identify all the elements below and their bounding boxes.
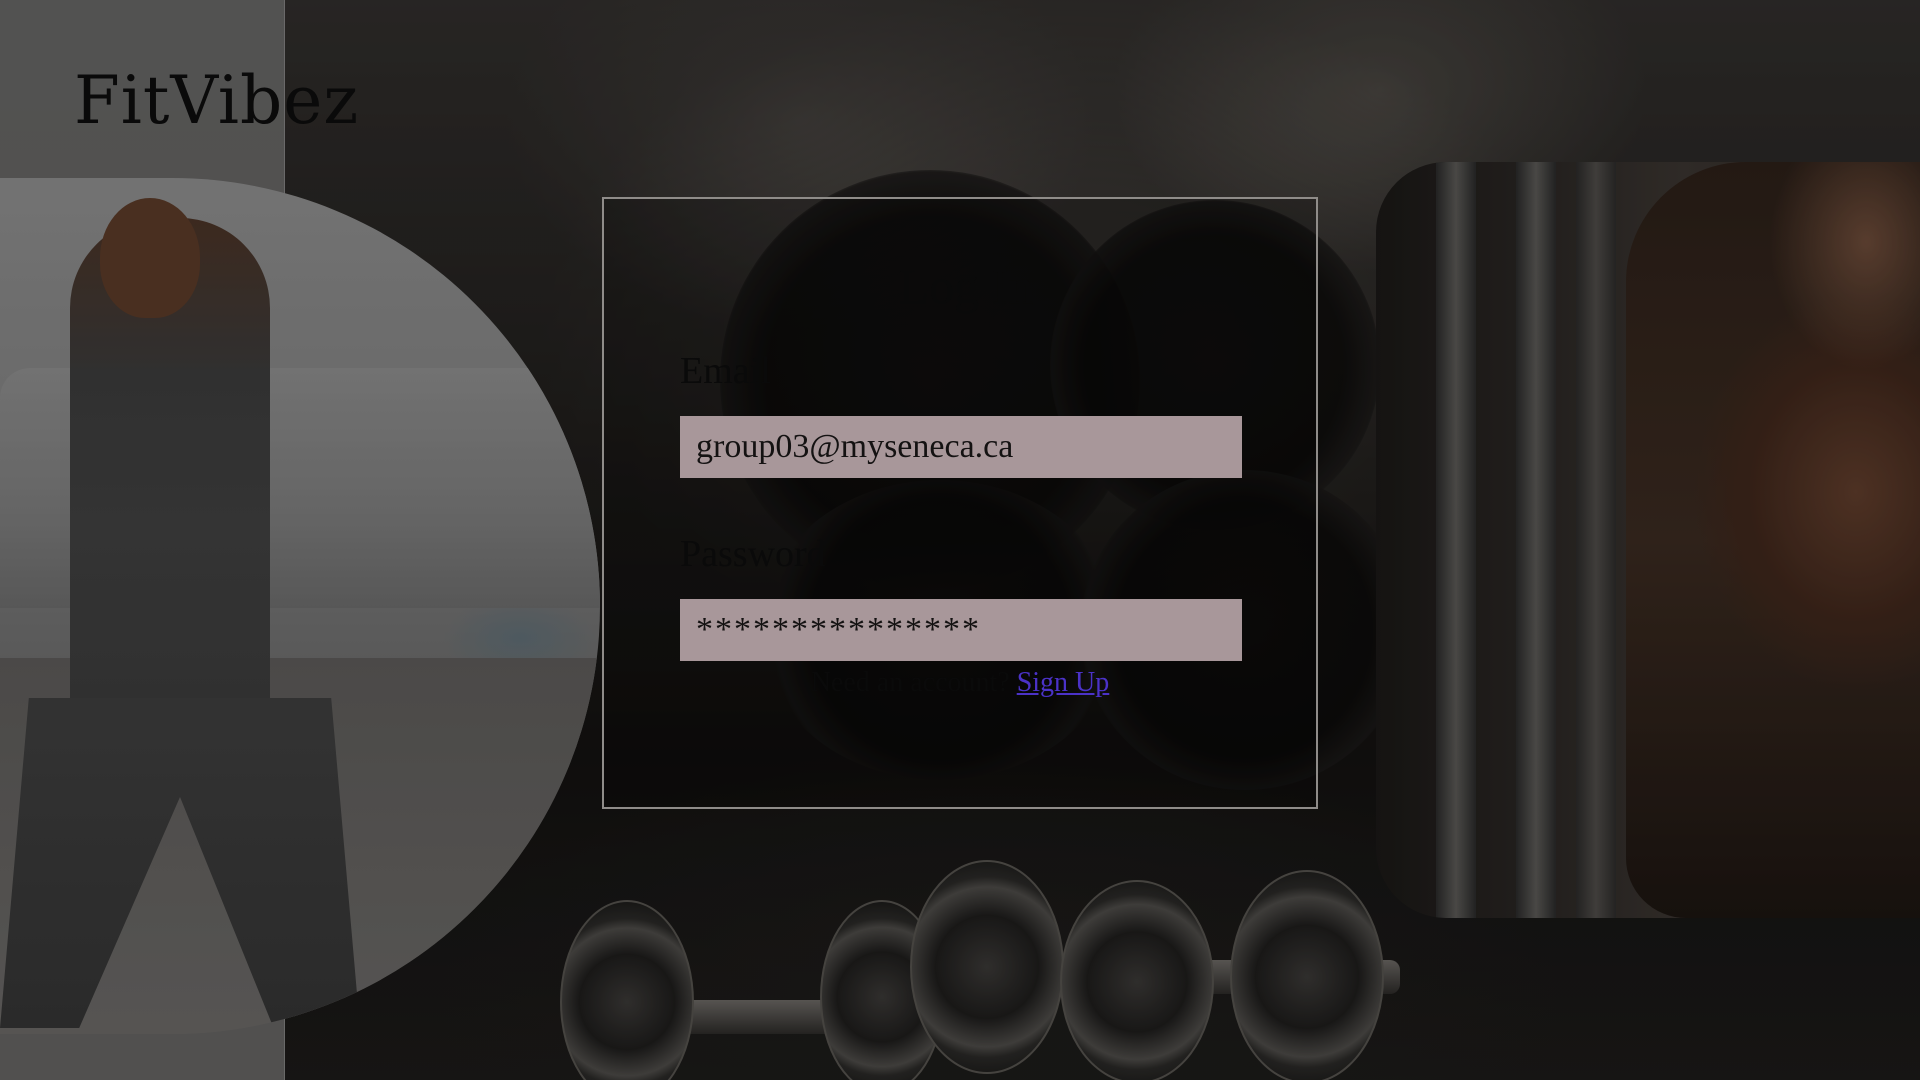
- password-label: Password: [680, 533, 826, 575]
- signup-prompt: Need an account?: [810, 667, 1010, 698]
- email-label: Email: [680, 350, 771, 392]
- brand-logo[interactable]: FitVibez: [74, 62, 359, 139]
- signup-link[interactable]: Sign Up: [1017, 667, 1110, 698]
- signup-row: Need an account? Sign Up: [604, 667, 1316, 699]
- login-page: FitVibez Log In Email Password Need an a…: [0, 0, 1920, 1080]
- email-input[interactable]: [680, 416, 1242, 478]
- login-form: Log In Email Password Need an account? S…: [602, 197, 1318, 809]
- login-title: Log In: [898, 258, 1034, 314]
- password-input[interactable]: [680, 599, 1242, 661]
